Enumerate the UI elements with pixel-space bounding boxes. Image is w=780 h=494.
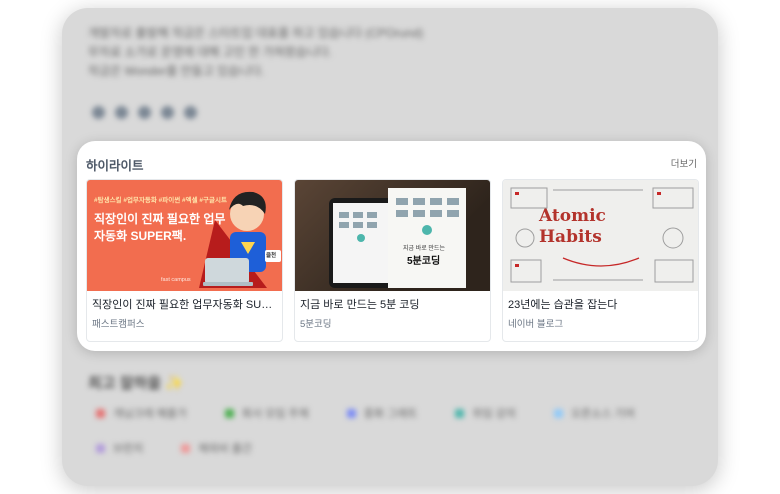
bio-line: 무자료 소가로 운영에 대해 고민 한 가혀왔습니다. [88, 45, 333, 59]
card-title: 지금 바로 만드는 5분 코딩 [300, 299, 420, 311]
chip-icon [455, 408, 465, 418]
card-title: 23년에는 습관을 잡는다 [508, 299, 618, 311]
section-title: 최고 잘하을 ✨ [88, 375, 185, 392]
card-thumbnail: #탐생스킬 #업무자동화 #파이썬 #엑셀 #구글시트 직장인이 진짜 필요한 … [87, 180, 282, 291]
highlight-section: 하이라이트 더보기 #탐생스킬 #업무자동화 #파이썬 #엑셀 #구글시트 직장… [77, 141, 706, 351]
more-link[interactable]: 더보기 [671, 156, 697, 170]
card-source: 패스트캠퍼스 [92, 319, 145, 330]
chip-icon [224, 408, 234, 418]
bio-line: 개발자로 출발해 작금은 스타트업 대표를 하고 있습니다 (CPOrund) [88, 26, 424, 40]
sparkle-icon: ✨ [165, 375, 185, 392]
chip[interactable]: 해외비 출간 [171, 437, 262, 459]
card-source: 5분코딩 [300, 319, 332, 330]
social-icon[interactable] [184, 106, 197, 119]
card-thumbnail: 지금 바로 만드는 5분코딩 [295, 180, 490, 291]
highlight-card[interactable]: 지금 바로 만드는 5분코딩 지금 바로 만드는 5분 코딩 5분코딩 [294, 179, 491, 342]
social-icon[interactable] [115, 106, 128, 119]
social-links [92, 106, 197, 119]
skill-chips: 개님크레 예를가 회사 모임 주제 중화 그래트 위임 강의 오픈소스 기여 브… [86, 402, 686, 459]
superhero-illustration [199, 191, 281, 288]
chip[interactable]: 회사 모임 주제 [215, 402, 319, 424]
card-thumbnail: Atomic Habits [503, 180, 698, 291]
chip[interactable]: 중화 그래트 [337, 402, 428, 424]
chip-icon [96, 408, 105, 418]
thumb-badge: 클천 [266, 253, 277, 259]
highlight-card[interactable]: Atomic Habits 23년에는 습관을 잡는다 네이버 블로그 [502, 179, 699, 342]
book-tablet-illustration [329, 188, 466, 288]
card-title: 직장인이 진짜 필요한 업무자동화 SUPER팩 [92, 299, 279, 311]
social-icon[interactable] [138, 106, 151, 119]
thumb-title: Atomic Habits [539, 206, 606, 247]
highlight-title: 하이라이트 [86, 159, 144, 173]
chip[interactable]: 위임 강의 [445, 402, 526, 424]
thumb-brand: fast campus [161, 277, 191, 283]
bio-text: 개발자로 출발해 작금은 스타트업 대표를 하고 있습니다 (CPOrund) … [88, 24, 528, 81]
chip-icon [96, 443, 105, 453]
card-source: 네이버 블로그 [508, 319, 564, 330]
chip[interactable]: 오픈소스 기여 [544, 402, 645, 424]
social-icon[interactable] [161, 106, 174, 119]
chip-icon [181, 443, 191, 453]
bio-line: 작금은 Wonder를 만들고 있습니다. [88, 64, 265, 78]
highlight-cards: #탐생스킬 #업무자동화 #파이썬 #엑셀 #구글시트 직장인이 진짜 필요한 … [86, 179, 699, 342]
chip[interactable]: 브런치 [86, 437, 153, 459]
chip-icon [553, 408, 563, 418]
social-icon[interactable] [92, 106, 105, 119]
chip-icon [346, 408, 356, 418]
book-title-line2: 5분코딩 [407, 256, 441, 267]
highlight-card[interactable]: #탐생스킬 #업무자동화 #파이썬 #엑셀 #구글시트 직장인이 진짜 필요한 … [86, 179, 283, 342]
chip[interactable]: 개님크레 예를가 [86, 402, 197, 424]
book-title-line1: 지금 바로 만드는 [403, 246, 445, 252]
